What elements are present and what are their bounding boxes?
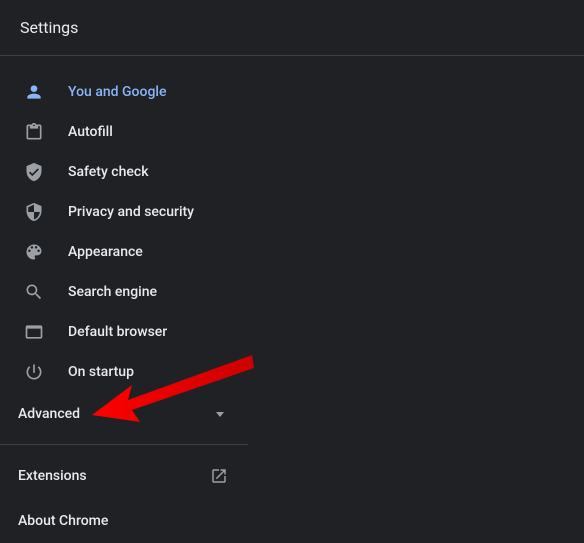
sidebar-item-label: Search engine xyxy=(68,284,157,300)
sidebar-item-on-startup[interactable]: On startup xyxy=(0,352,248,392)
caret-down-icon xyxy=(216,412,224,417)
clipboard-icon xyxy=(24,122,44,142)
sidebar-item-label: You and Google xyxy=(68,84,166,100)
sidebar-item-label: Privacy and security xyxy=(68,204,194,220)
page-title: Settings xyxy=(0,0,584,56)
about-chrome-label: About Chrome xyxy=(18,513,108,529)
sidebar-item-label: On startup xyxy=(68,364,134,380)
person-icon xyxy=(24,82,44,102)
page-title-text: Settings xyxy=(20,18,78,37)
sidebar-divider xyxy=(0,444,248,445)
sidebar-item-about-chrome[interactable]: About Chrome xyxy=(0,499,248,543)
sidebar-item-label: Safety check xyxy=(68,164,149,180)
advanced-label: Advanced xyxy=(18,406,80,422)
sidebar-item-label: Default browser xyxy=(68,324,167,340)
settings-sidebar: You and Google Autofill Safety check Pri… xyxy=(0,56,248,543)
sidebar-item-label: Appearance xyxy=(68,244,143,260)
sidebar-item-default-browser[interactable]: Default browser xyxy=(0,312,248,352)
open-in-new-icon xyxy=(210,467,228,485)
sidebar-item-search-engine[interactable]: Search engine xyxy=(0,272,248,312)
sidebar-item-autofill[interactable]: Autofill xyxy=(0,112,248,152)
sidebar-item-extensions[interactable]: Extensions xyxy=(0,453,248,499)
shield-check-icon xyxy=(24,162,44,182)
sidebar-item-privacy-security[interactable]: Privacy and security xyxy=(0,192,248,232)
sidebar-item-appearance[interactable]: Appearance xyxy=(0,232,248,272)
search-icon xyxy=(24,282,44,302)
extensions-label: Extensions xyxy=(18,468,87,484)
sidebar-item-label: Autofill xyxy=(68,124,113,140)
power-icon xyxy=(24,362,44,382)
advanced-section-toggle[interactable]: Advanced xyxy=(0,392,248,436)
browser-icon xyxy=(24,322,44,342)
sidebar-item-safety-check[interactable]: Safety check xyxy=(0,152,248,192)
palette-icon xyxy=(24,242,44,262)
sidebar-item-you-and-google[interactable]: You and Google xyxy=(0,72,248,112)
shield-icon xyxy=(24,202,44,222)
